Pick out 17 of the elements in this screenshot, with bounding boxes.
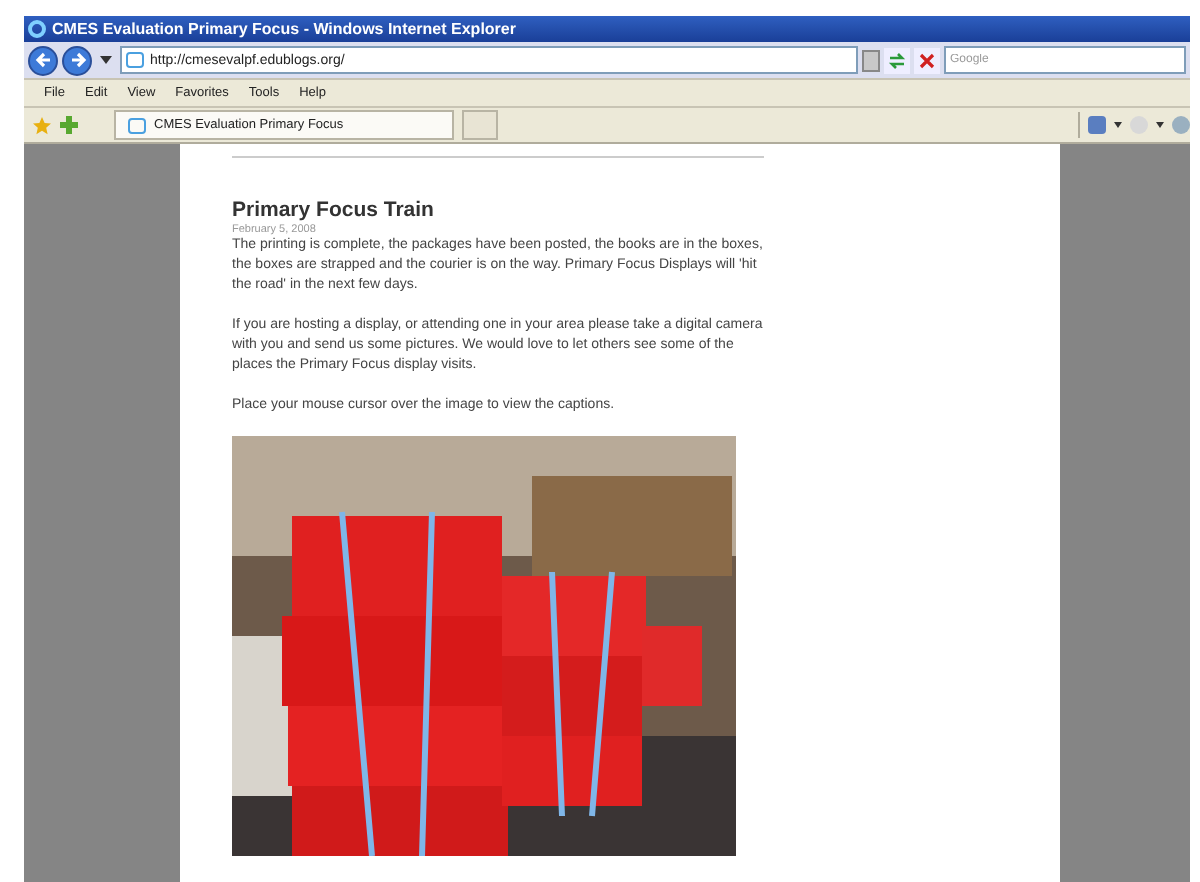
dropdown-icon[interactable]	[1156, 122, 1164, 128]
new-tab-button[interactable]	[462, 110, 498, 140]
post-title: Primary Focus Train	[232, 198, 436, 222]
star-icon[interactable]	[32, 115, 52, 135]
page-icon	[128, 117, 146, 133]
dropdown-icon[interactable]	[1114, 122, 1122, 128]
stop-icon[interactable]	[914, 47, 940, 73]
right-arrow-icon	[67, 50, 87, 70]
refresh-icon[interactable]	[884, 47, 910, 73]
dropdown-icon[interactable]	[100, 56, 112, 64]
dropdown-button[interactable]	[862, 49, 880, 71]
window-title: CMES Evaluation Primary Focus - Windows Internet Explorer	[52, 20, 516, 38]
left-arrow-icon	[33, 50, 53, 70]
plus-icon[interactable]	[60, 116, 78, 134]
forward-button[interactable]	[62, 45, 92, 75]
page-icon	[126, 52, 144, 68]
back-button[interactable]	[28, 45, 58, 75]
